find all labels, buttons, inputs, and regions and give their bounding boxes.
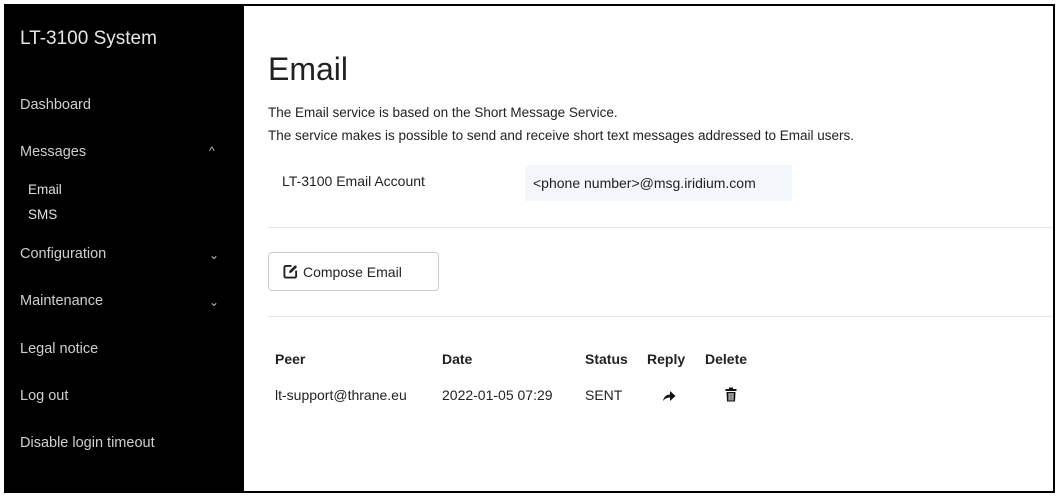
trash-icon[interactable]	[725, 387, 737, 407]
sidebar-item-dashboard[interactable]: Dashboard	[20, 97, 91, 113]
table-header-status: Status	[585, 351, 628, 367]
table-header-peer: Peer	[275, 351, 306, 367]
app-window: LT-3100 System Dashboard Messages ^ Emai…	[4, 4, 1055, 493]
sidebar: LT-3100 System Dashboard Messages ^ Emai…	[6, 6, 244, 491]
brand-title: LT-3100 System	[20, 28, 157, 49]
reply-arrow-icon[interactable]	[662, 389, 676, 407]
status-cell: SENT	[585, 387, 623, 403]
chevron-down-icon[interactable]: ⌄	[209, 295, 219, 309]
chevron-down-icon[interactable]: ⌄	[209, 248, 219, 262]
divider	[268, 316, 1053, 317]
page-title: Email	[268, 51, 349, 87]
sidebar-subitem-email[interactable]: Email	[28, 182, 62, 197]
compose-email-label: Compose Email	[303, 263, 402, 280]
sidebar-subitem-sms[interactable]: SMS	[28, 207, 57, 222]
account-label: LT-3100 Email Account	[282, 173, 425, 189]
chevron-up-icon[interactable]: ^	[209, 144, 215, 158]
table-header-date: Date	[442, 351, 473, 367]
edit-icon	[283, 264, 298, 279]
compose-email-button[interactable]: Compose Email	[268, 252, 439, 291]
date-cell: 2022-01-05 07:29	[442, 387, 553, 403]
sidebar-item-log-out[interactable]: Log out	[20, 388, 68, 404]
table-header-delete: Delete	[705, 351, 748, 367]
main-content: Email The Email service is based on the …	[244, 6, 1053, 491]
sidebar-item-disable-login-timeout[interactable]: Disable login timeout	[20, 435, 155, 451]
account-value: <phone number>@msg.iridium.com	[525, 165, 792, 201]
description-line-2: The service makes is possible to send an…	[268, 128, 855, 143]
peer-cell: lt-support@thrane.eu	[275, 387, 407, 403]
sidebar-item-maintenance[interactable]: Maintenance	[20, 293, 103, 309]
divider	[268, 227, 1053, 228]
sidebar-item-messages[interactable]: Messages	[20, 144, 86, 160]
sidebar-item-legal-notice[interactable]: Legal notice	[20, 341, 98, 357]
description-line-1: The Email service is based on the Short …	[268, 105, 618, 120]
table-header-reply: Reply	[647, 351, 686, 367]
sidebar-item-configuration[interactable]: Configuration	[20, 246, 106, 262]
